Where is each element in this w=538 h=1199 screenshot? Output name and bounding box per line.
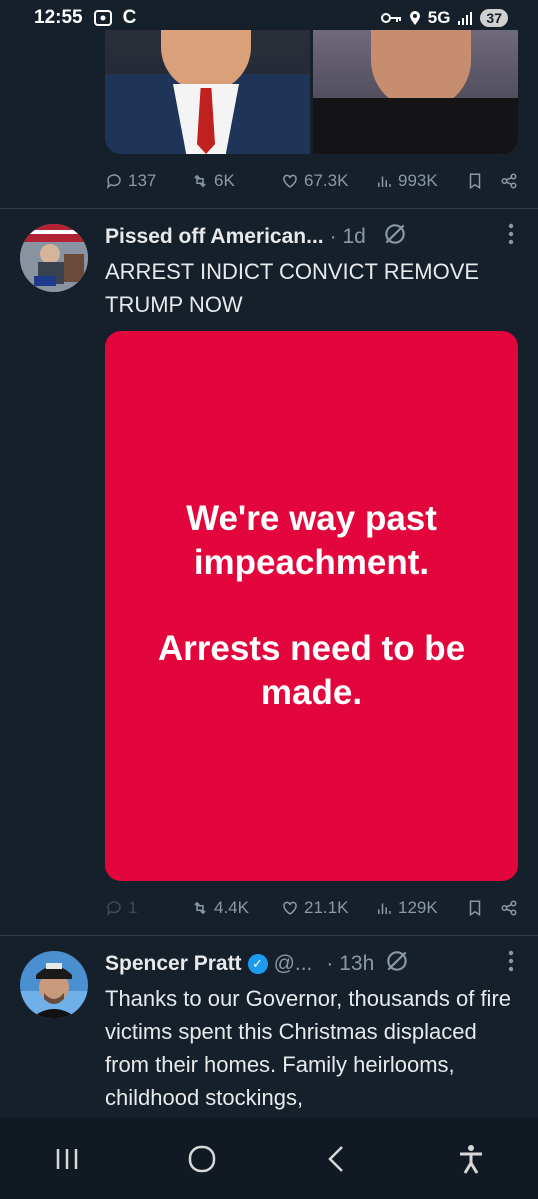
avatar-image [20, 224, 88, 292]
back-icon [328, 1145, 344, 1172]
recent-apps-button[interactable] [37, 1134, 97, 1184]
tweet-time[interactable]: · 1d [330, 225, 366, 249]
photo-right[interactable] [313, 30, 518, 154]
views-count: 129K [398, 898, 438, 917]
reply-icon [106, 901, 121, 916]
tweet-image[interactable]: We're way past impeachment. Arrests need… [105, 331, 518, 881]
location-icon [409, 11, 420, 25]
divider [0, 935, 538, 936]
screenshot-icon [93, 10, 112, 26]
battery-level: 37 [480, 9, 508, 27]
timeline-feed[interactable]: 137 6K 67.3K 993K Pissed off American...… [0, 0, 538, 1118]
more-options-icon[interactable] [508, 223, 514, 251]
heart-icon [283, 174, 297, 188]
repost-count: 6K [214, 171, 235, 190]
tweet-text: ARREST INDICT CONVICT REMOVE TRUMP NOW [105, 259, 480, 317]
share-icon[interactable] [500, 172, 518, 190]
image-text-line2: Arrests need to be made. [157, 629, 466, 712]
views-count: 993K [398, 171, 438, 190]
like-count: 21.1K [304, 898, 349, 917]
heart-icon [283, 901, 297, 915]
grok-icon[interactable] [384, 948, 410, 980]
avatar[interactable] [20, 224, 88, 292]
back-button[interactable] [306, 1134, 366, 1184]
like-count: 67.3K [304, 171, 349, 190]
tweet-actions: 1 4.4K 21.1K 129K [105, 896, 518, 920]
views-icon [378, 176, 391, 187]
signal-icon [458, 12, 473, 25]
status-bar: 12:55 C 5G 37 [0, 0, 538, 36]
accessibility-button[interactable] [441, 1134, 501, 1184]
like-button[interactable]: 67.3K [281, 171, 375, 191]
repost-button[interactable]: 4.4K [191, 898, 281, 918]
reply-button[interactable]: 1 [105, 898, 191, 918]
repost-button[interactable]: 6K [191, 171, 281, 191]
grok-icon[interactable] [382, 221, 408, 253]
key-icon [380, 13, 401, 23]
share-icon[interactable] [500, 899, 518, 917]
tweet-time[interactable]: · 13h [326, 952, 374, 976]
reply-icon [106, 174, 121, 189]
photo-shirt [313, 98, 518, 154]
clock: 12:55 [34, 7, 83, 28]
reply-count: 1 [128, 898, 138, 917]
avatar-image [20, 951, 88, 1019]
reply-button[interactable]: 137 [105, 171, 191, 191]
recent-apps-icon [57, 1148, 78, 1169]
repost-icon [194, 174, 206, 188]
author-name[interactable]: Spencer Pratt [105, 952, 242, 976]
verified-badge-icon: ✓ [247, 954, 268, 974]
more-options-icon[interactable] [508, 950, 514, 978]
repost-count: 4.4K [214, 898, 249, 917]
author-name[interactable]: Pissed off American... [105, 225, 324, 249]
divider [0, 208, 538, 209]
system-navigation-bar [0, 1118, 538, 1199]
photo-left[interactable] [105, 30, 310, 154]
views-button[interactable]: 993K [375, 171, 438, 191]
bookmark-icon[interactable] [466, 899, 484, 917]
like-button[interactable]: 21.1K [281, 898, 375, 918]
views-button[interactable]: 129K [375, 898, 438, 918]
image-text-line1: We're way past impeachment. [186, 499, 437, 582]
repost-icon [194, 901, 206, 915]
avatar[interactable] [20, 951, 88, 1019]
c-icon: C [122, 7, 137, 28]
accessibility-icon [459, 1144, 482, 1174]
home-button[interactable] [172, 1134, 232, 1184]
network-type: 5G [427, 8, 451, 27]
reply-count: 137 [128, 171, 157, 190]
views-icon [378, 903, 391, 914]
tweet-text: Thanks to our Governor, thousands of fir… [105, 986, 512, 1110]
home-icon [188, 1145, 215, 1172]
bookmark-icon[interactable] [466, 172, 484, 190]
previous-tweet-media[interactable] [105, 30, 518, 154]
author-handle[interactable]: @... [274, 952, 313, 976]
previous-tweet-actions: 137 6K 67.3K 993K [105, 169, 518, 193]
